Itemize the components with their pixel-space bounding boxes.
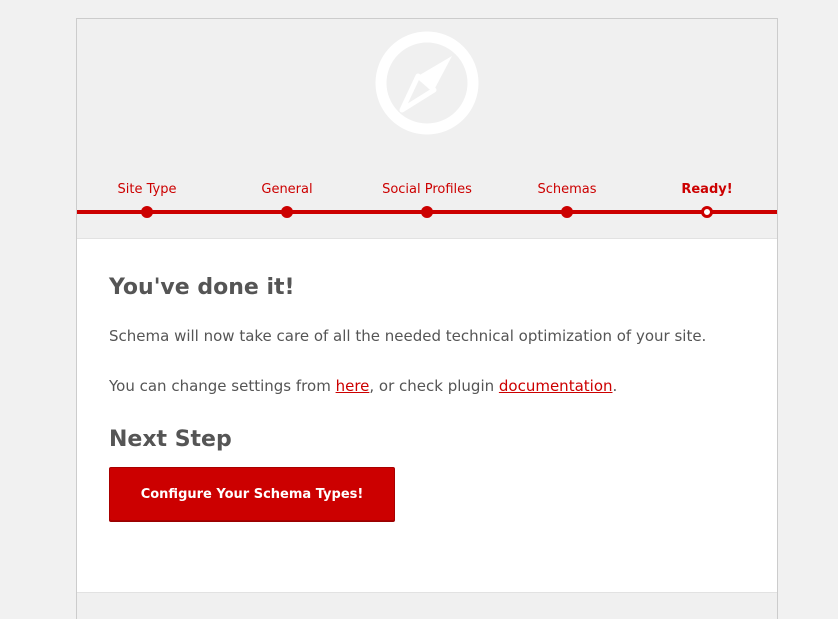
step-dot-current [701, 206, 713, 218]
step-label: Site Type [117, 182, 177, 197]
step-site-type[interactable]: Site Type [77, 19, 217, 238]
step-social-profiles[interactable]: Social Profiles [357, 19, 497, 238]
step-label: General [261, 182, 313, 197]
step-dot [281, 206, 293, 218]
next-step-heading: Next Step [109, 427, 232, 452]
step-schemas[interactable]: Schemas [497, 19, 637, 238]
wizard-header: Site Type General Social Profiles Schema… [77, 19, 777, 238]
intro-text: Schema will now take care of all the nee… [109, 327, 707, 345]
step-label: Schemas [537, 182, 597, 197]
step-dot [421, 206, 433, 218]
documentation-link[interactable]: documentation [499, 377, 613, 395]
settings-text: You can change settings from here, or ch… [109, 377, 617, 395]
page-title: You've done it! [109, 275, 295, 300]
settings-prefix: You can change settings from [109, 377, 336, 395]
step-ready[interactable]: Ready! [637, 19, 777, 238]
settings-here-link[interactable]: here [336, 377, 370, 395]
step-dot [141, 206, 153, 218]
step-dot [561, 206, 573, 218]
wizard-content: You've done it! Schema will now take car… [77, 238, 777, 593]
settings-middle: , or check plugin [369, 377, 499, 395]
configure-schema-button[interactable]: Configure Your Schema Types! [109, 467, 395, 521]
step-label: Social Profiles [382, 182, 472, 197]
wizard-frame: Site Type General Social Profiles Schema… [76, 18, 778, 619]
step-label: Ready! [681, 182, 733, 197]
step-general[interactable]: General [217, 19, 357, 238]
settings-suffix: . [612, 377, 618, 395]
